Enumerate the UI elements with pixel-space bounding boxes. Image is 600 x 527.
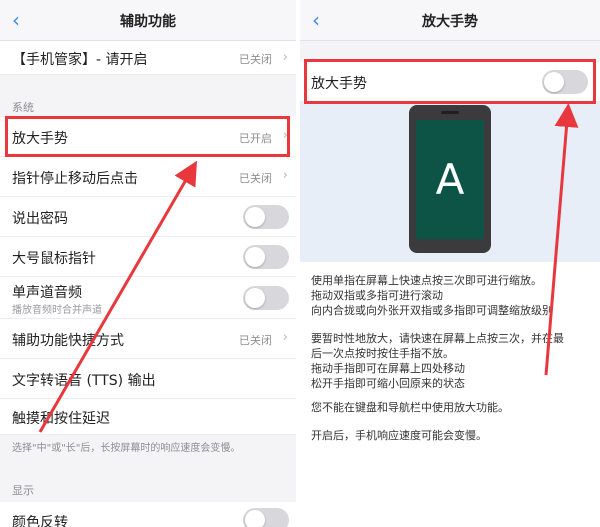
description-line: 拖动手指即可在屏幕上四处移动 xyxy=(311,362,465,375)
section-header-display: 显示 xyxy=(12,484,34,497)
chevron-right-icon: › xyxy=(282,50,288,65)
left-top-bar: ‹ 辅助功能 xyxy=(0,0,296,41)
dwell-click-row[interactable]: 指针停止移动后点击 已关闭 › xyxy=(0,157,296,197)
description-line: 要暂时性地放大，请快速在屏幕上点按三次，并在最 xyxy=(311,332,564,345)
speak-passwords-label: 说出密码 xyxy=(12,211,68,227)
chevron-right-icon: › xyxy=(282,168,288,183)
magnification-toggle-switch[interactable] xyxy=(542,70,588,94)
description-line: 松开手指即可缩小回原来的状态 xyxy=(311,377,465,390)
phone-screen: A xyxy=(416,120,484,239)
dwell-click-status: 已关闭 xyxy=(239,172,272,185)
speak-passwords-toggle[interactable] xyxy=(243,205,289,229)
phone-speaker xyxy=(441,111,459,114)
accessibility-shortcut-label: 辅助功能快捷方式 xyxy=(12,333,124,349)
description-line: 您不能在键盘和导航栏中使用放大功能。 xyxy=(311,401,509,414)
description-line: 开启后，手机响应速度可能会变慢。 xyxy=(311,429,487,442)
accessibility-shortcut-row[interactable]: 辅助功能快捷方式 已关闭 › xyxy=(0,319,296,359)
description-line: 后一次点按时按住手指不放。 xyxy=(311,347,454,360)
toggle-knob xyxy=(245,247,265,267)
performance-note-paragraph: 开启后，手机响应速度可能会变慢。 xyxy=(311,428,592,443)
header-gap xyxy=(300,41,600,62)
magnification-gesture-status: 已开启 xyxy=(239,132,272,145)
temporary-zoom-paragraph: 要暂时性地放大，请快速在屏幕上点按三次，并在最 后一次点按时按住手指不放。 拖动… xyxy=(311,331,592,391)
phone-manager-label: 【手机管家】- 请开启 xyxy=(12,52,148,68)
magnification-toggle-label: 放大手势 xyxy=(311,76,367,92)
tts-output-row[interactable]: 文字转语音 (TTS) 输出 xyxy=(0,359,296,399)
magnification-toggle-row: 放大手势 xyxy=(300,62,600,102)
description-line: 使用单指在屏幕上快速点按三次即可进行缩放。 xyxy=(311,274,542,287)
phone-manager-row[interactable]: 【手机管家】- 请开启 已关闭 › xyxy=(0,41,296,75)
color-inversion-toggle[interactable] xyxy=(243,508,289,527)
touch-delay-note: 选择"中"或"长"后，长按屏幕时的响应速度会变慢。 xyxy=(12,443,241,454)
right-top-bar: ‹ 放大手势 xyxy=(300,0,600,41)
mono-audio-row: 单声道音频 播放音频时合并声道 xyxy=(0,277,296,319)
color-inversion-label: 颜色反转 xyxy=(12,515,68,527)
page-title: 放大手势 xyxy=(422,14,478,30)
large-pointer-toggle[interactable] xyxy=(243,245,289,269)
mono-audio-label: 单声道音频 xyxy=(12,285,82,301)
phone-illustration: A xyxy=(409,105,491,253)
touch-hold-delay-row[interactable]: 触摸和按住延迟 xyxy=(0,399,296,435)
dwell-click-label: 指针停止移动后点击 xyxy=(12,171,138,187)
accessibility-shortcut-status: 已关闭 xyxy=(239,334,272,347)
tts-output-label: 文字转语音 (TTS) 输出 xyxy=(12,373,156,389)
touch-hold-delay-label: 触摸和按住延迟 xyxy=(12,411,110,427)
mono-audio-toggle[interactable] xyxy=(243,286,289,310)
chevron-right-icon: › xyxy=(282,330,288,345)
speak-passwords-row: 说出密码 xyxy=(0,197,296,237)
magnification-gesture-label: 放大手势 xyxy=(12,131,68,147)
page-title: 辅助功能 xyxy=(120,14,176,30)
large-pointer-row: 大号鼠标指针 xyxy=(0,237,296,277)
magnification-gesture-panel: ‹ 放大手势 放大手势 A 使用单指在屏幕上快速点按三次即可进行缩放。 拖动双指… xyxy=(300,0,600,527)
phone-manager-status: 已关闭 xyxy=(239,53,272,66)
description-line: 向内合拢或向外张开双指或多指即可调整缩放级别 xyxy=(311,304,553,317)
usage-paragraph: 使用单指在屏幕上快速点按三次即可进行缩放。 拖动双指或多指可进行滚动 向内合拢或… xyxy=(311,273,592,318)
keyboard-note-paragraph: 您不能在键盘和导航栏中使用放大功能。 xyxy=(311,400,592,415)
large-pointer-label: 大号鼠标指针 xyxy=(12,251,96,267)
color-inversion-row: 颜色反转 xyxy=(0,502,296,527)
toggle-knob xyxy=(245,207,265,227)
description-line: 拖动双指或多指可进行滚动 xyxy=(311,289,443,302)
toggle-knob xyxy=(245,288,265,308)
magnification-gesture-row[interactable]: 放大手势 已开启 › xyxy=(0,117,296,157)
section-header-system: 系统 xyxy=(12,101,34,114)
mono-audio-sublabel: 播放音频时合并声道 xyxy=(12,305,102,316)
toggle-knob xyxy=(544,72,564,92)
chevron-right-icon: › xyxy=(282,128,288,143)
toggle-knob xyxy=(245,510,265,527)
illustration-letter: A xyxy=(435,155,465,204)
accessibility-settings-panel: ‹ 辅助功能 【手机管家】- 请开启 已关闭 › 系统 放大手势 已开启 › 指… xyxy=(0,0,296,527)
